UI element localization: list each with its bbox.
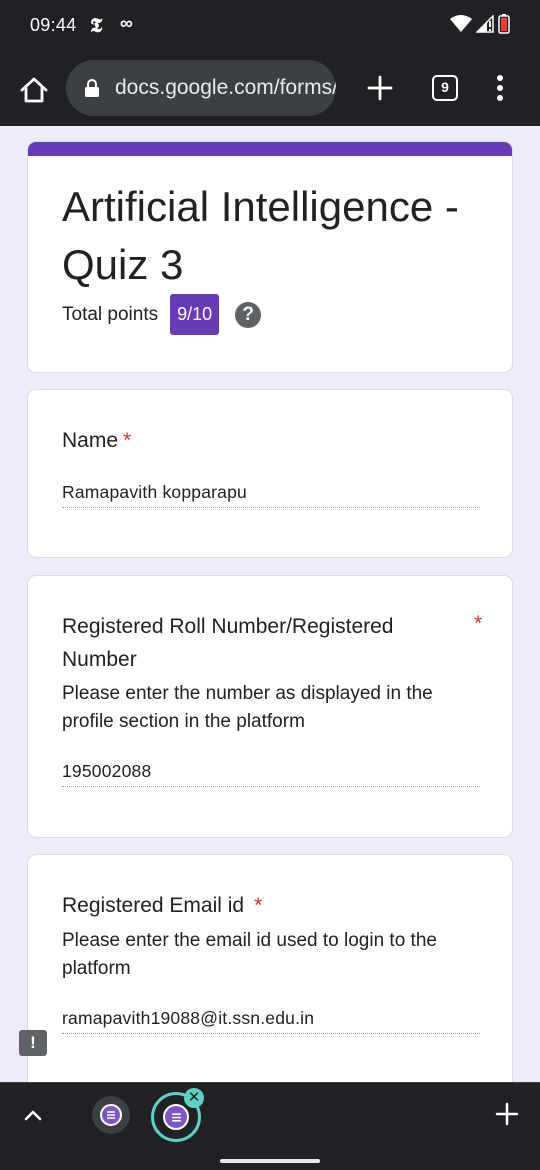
infinity-notification-icon: ∞: [120, 13, 133, 33]
answer-underline: [62, 507, 480, 508]
battery-low-icon: [498, 14, 510, 34]
status-time: 09:44: [30, 15, 77, 35]
question-card-roll-number: Registered Roll Number/Registered Number…: [27, 575, 513, 838]
url-text: docs.google.com/forms/d/e/quiz-3/viewsco…: [115, 76, 336, 99]
question-card-name: Name * Ramapavith kopparapu: [27, 389, 513, 558]
answer-underline: [62, 1033, 480, 1034]
signal-icon: [476, 15, 494, 33]
total-points-row: Total points 9/10 ?: [62, 294, 262, 335]
new-tab-group-icon[interactable]: [494, 1101, 520, 1127]
form-title: Artificial Intelligence - Quiz 3: [62, 183, 459, 288]
tab-switcher-button[interactable]: 9: [432, 75, 458, 101]
total-points-label: Total points: [62, 303, 159, 325]
gesture-nav-bar: [0, 1148, 540, 1170]
home-icon[interactable]: [18, 74, 50, 106]
question-card-email: Registered Email id * Please enter the em…: [27, 854, 513, 1082]
status-icons: [450, 14, 510, 34]
question-title-text: Registered Roll Number/Registered Number: [62, 615, 394, 671]
home-gesture-handle[interactable]: [220, 1159, 320, 1163]
question-description: Please enter the number as displayed in …: [62, 683, 433, 732]
overflow-menu-icon[interactable]: [490, 72, 510, 106]
form-header-card: Artificial Intelligence - Quiz 3 Total p…: [27, 141, 513, 373]
form-page: Artificial Intelligence - Quiz 3 Total p…: [0, 126, 540, 1082]
help-icon[interactable]: ?: [235, 301, 262, 328]
question-title-text: Name: [62, 429, 119, 452]
status-bar: 09:44 𝕿 ∞: [0, 0, 540, 52]
required-asterisk: *: [123, 429, 132, 452]
report-feedback-icon[interactable]: !: [19, 1030, 47, 1056]
required-asterisk: *: [474, 612, 483, 635]
google-forms-icon: [100, 1104, 122, 1126]
address-bar[interactable]: docs.google.com/forms/d/e/quiz-3/viewsco…: [66, 60, 336, 116]
required-asterisk: *: [254, 894, 263, 917]
tab-thumbnail[interactable]: [92, 1096, 130, 1134]
answer-text: 195002088: [62, 761, 152, 781]
close-tab-icon[interactable]: ✕: [184, 1088, 204, 1108]
tab-strip: ✕: [0, 1082, 540, 1148]
question-title: Registered Email id *: [62, 889, 262, 922]
question-title: Name *: [62, 424, 131, 457]
answer-underline: [62, 786, 480, 787]
question-description: Please enter the email id used to login …: [62, 930, 437, 979]
nyt-notification-icon: 𝕿: [90, 13, 103, 37]
new-tab-icon[interactable]: [364, 72, 396, 104]
answer-text: ramapavith19088@it.ssn.edu.in: [62, 1008, 315, 1028]
score-badge: 9/10: [170, 294, 220, 335]
answer-text: Ramapavith kopparapu: [62, 482, 247, 502]
lock-icon: [85, 79, 99, 97]
browser-toolbar: docs.google.com/forms/d/e/quiz-3/viewsco…: [0, 52, 540, 126]
header-accent-bar: [28, 142, 512, 156]
google-forms-icon: [163, 1104, 189, 1130]
question-title-text: Registered Email id: [62, 894, 245, 917]
chevron-up-icon[interactable]: [22, 1105, 44, 1125]
wifi-icon: [450, 15, 472, 32]
